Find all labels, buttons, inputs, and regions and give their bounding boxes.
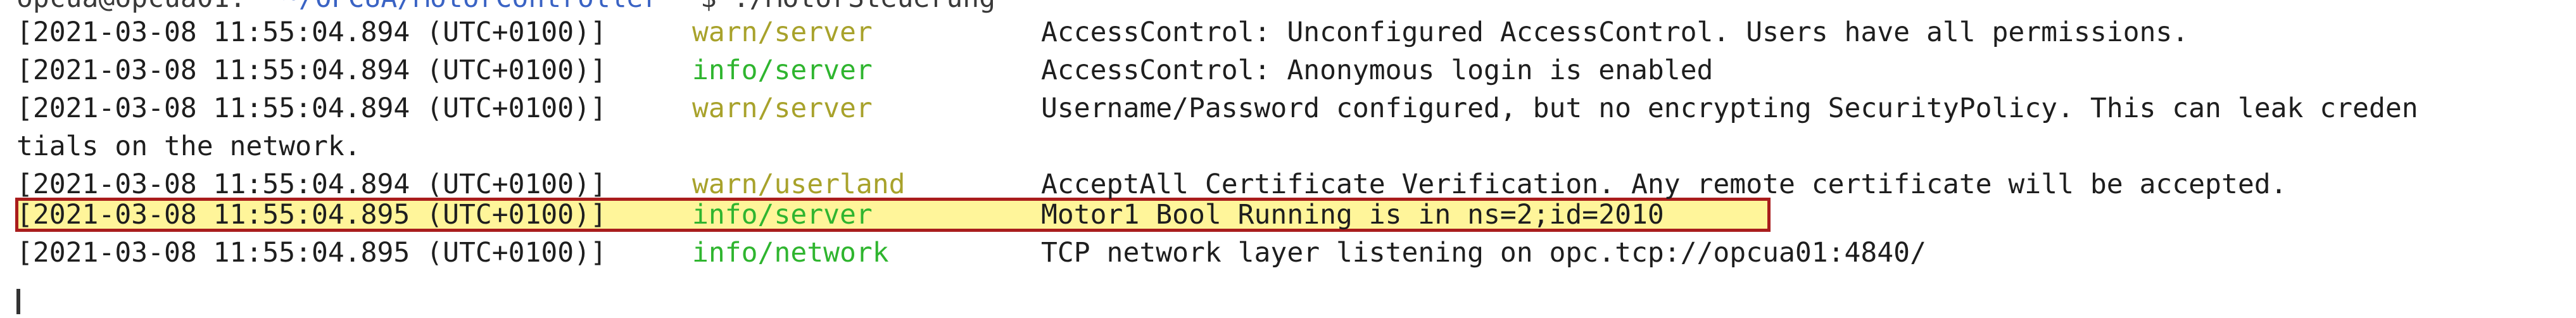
log-line: [2021-03-08 11:55:04.894 (UTC+0100)] inf… bbox=[16, 53, 2576, 87]
log-level: info/network bbox=[692, 237, 889, 269]
log-line-highlighted: [2021-03-08 11:55:04.895 (UTC+0100)] inf… bbox=[16, 198, 2576, 232]
log-message-continuation: tials on the network. bbox=[16, 130, 361, 162]
prompt-path: ~/OPCUA/MotorController bbox=[282, 0, 659, 15]
log-timestamp: [2021-03-08 11:55:04.895 (UTC+0100)] bbox=[16, 199, 607, 231]
log-line: [2021-03-08 11:55:04.894 (UTC+0100)] war… bbox=[16, 91, 2576, 125]
terminal-window[interactable]: opcua@opcua01: ~/OPCUA/MotorController $… bbox=[0, 0, 2576, 318]
log-message: Motor1 Bool Running is in ns=2;id=2010 bbox=[1041, 199, 1664, 231]
log-message: TCP network layer listening on opc.tcp:/… bbox=[1041, 237, 1926, 269]
log-message: Username/Password configured, but no enc… bbox=[1041, 92, 2418, 124]
log-line: [2021-03-08 11:55:04.894 (UTC+0100)] war… bbox=[16, 167, 2576, 201]
log-line: [2021-03-08 11:55:04.894 (UTC+0100)] war… bbox=[16, 15, 2576, 49]
log-line: [2021-03-08 11:55:04.895 (UTC+0100)] inf… bbox=[16, 236, 2576, 270]
log-level: warn/server bbox=[692, 16, 873, 48]
prompt-command: $ ./MotorSteuerung bbox=[700, 0, 995, 15]
log-level: info/server bbox=[692, 199, 873, 231]
text-cursor bbox=[16, 289, 20, 314]
prompt-user-host: opcua@opcua01: bbox=[16, 0, 246, 15]
log-timestamp: [2021-03-08 11:55:04.894 (UTC+0100)] bbox=[16, 54, 607, 86]
shell-prompt-line: opcua@opcua01: ~/OPCUA/MotorController $… bbox=[16, 0, 2576, 15]
log-timestamp: [2021-03-08 11:55:04.894 (UTC+0100)] bbox=[16, 169, 607, 200]
log-message: AccessControl: Anonymous login is enable… bbox=[1041, 54, 1714, 86]
log-level: warn/userland bbox=[692, 169, 906, 200]
log-level: warn/server bbox=[692, 92, 873, 124]
log-timestamp: [2021-03-08 11:55:04.894 (UTC+0100)] bbox=[16, 92, 607, 124]
log-timestamp: [2021-03-08 11:55:04.895 (UTC+0100)] bbox=[16, 237, 607, 269]
log-level: info/server bbox=[692, 54, 873, 86]
log-timestamp: [2021-03-08 11:55:04.894 (UTC+0100)] bbox=[16, 16, 607, 48]
log-message: AcceptAll Certificate Verification. Any … bbox=[1041, 169, 2287, 200]
log-line-continuation: tials on the network. bbox=[16, 129, 2576, 163]
log-message: AccessControl: Unconfigured AccessContro… bbox=[1041, 16, 2189, 48]
